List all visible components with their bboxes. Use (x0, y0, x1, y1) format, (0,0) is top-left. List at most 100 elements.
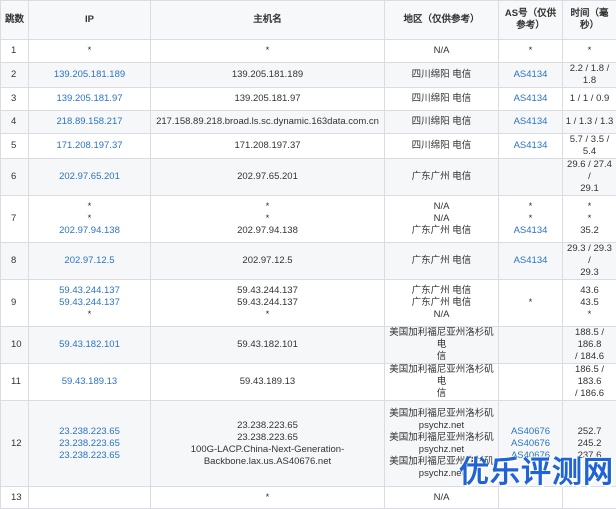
cell-ip: 59.43.244.13759.43.244.137* (29, 280, 151, 327)
cell-as (499, 327, 563, 364)
cell-time-line: 29.1 (565, 183, 614, 195)
cell-as-line-link[interactable]: AS4134 (501, 69, 560, 81)
cell-ip: 171.208.197.37 (29, 134, 151, 159)
cell-ip: **202.97.94.138 (29, 196, 151, 243)
cell-time-line: 29.3 (565, 267, 614, 279)
cell-region-line: N/A (387, 45, 496, 57)
cell-ip-line-link[interactable]: 23.238.223.65 (31, 450, 148, 462)
table-row: 5171.208.197.37171.208.197.37四川绵阳 电信AS41… (1, 134, 616, 159)
cell-hostname-line: 59.43.244.137 (153, 285, 382, 297)
cell-ip: 59.43.182.101 (29, 327, 151, 364)
cell-as: AS4134 (499, 134, 563, 159)
cell-region-line: 广东广州 电信 (387, 285, 496, 297)
cell-time-line: 43.5 (565, 297, 614, 309)
cell-ip-line-link[interactable]: 218.89.158.217 (31, 116, 148, 128)
cell-hostname-line: 23.238.223.65 (153, 432, 382, 444)
cell-ip: 218.89.158.217 (29, 111, 151, 134)
cell-hop: 12 (1, 401, 29, 487)
cell-region-line: 四川绵阳 电信 (387, 69, 496, 81)
cell-as-line-link[interactable]: AS40676 (501, 426, 560, 438)
cell-hop: 6 (1, 159, 29, 196)
cell-ip-line-link[interactable]: 23.238.223.65 (31, 426, 148, 438)
cell-ip-line-link[interactable]: 202.97.94.138 (31, 225, 148, 237)
cell-time: 43.643.5* (563, 280, 616, 327)
cell-hostname: 23.238.223.6523.238.223.65100G-LACP.Chin… (151, 401, 385, 487)
cell-as-line: * (501, 297, 560, 309)
cell-region-line: 广东广州 电信 (387, 255, 496, 267)
cell-time-line: 252.7 (565, 426, 614, 438)
cell-ip: 23.238.223.6523.238.223.6523.238.223.65 (29, 401, 151, 487)
cell-time: 188.5 / 186.8/ 184.6 (563, 327, 616, 364)
cell-hostname-line: 171.208.197.37 (153, 140, 382, 152)
cell-hostname-line: 59.43.189.13 (153, 376, 382, 388)
cell-ip: 139.205.181.189 (29, 63, 151, 88)
cell-hostname: 217.158.89.218.broad.ls.sc.dynamic.163da… (151, 111, 385, 134)
table-row: 1059.43.182.10159.43.182.101美国加利福尼亚州洛杉矶 … (1, 327, 616, 364)
cell-time-line: 29.6 / 27.4 / (565, 159, 614, 183)
cell-region: N/A (385, 40, 499, 63)
cell-ip-line-link[interactable]: 202.97.65.201 (31, 171, 148, 183)
cell-time: 186.5 / 183.6/ 186.6 (563, 364, 616, 401)
cell-region-line: psychz.net (387, 420, 496, 432)
cell-time: * (563, 40, 616, 63)
cell-hostname-line: 139.205.181.189 (153, 69, 382, 81)
cell-ip: * (29, 40, 151, 63)
cell-ip-line-link[interactable]: 23.238.223.65 (31, 438, 148, 450)
cell-region: 广东广州 电信 (385, 243, 499, 280)
cell-ip-line-link[interactable]: 59.43.189.13 (31, 376, 148, 388)
cell-hostname: 139.205.181.97 (151, 88, 385, 111)
cell-ip-line-link[interactable]: 59.43.244.137 (31, 285, 148, 297)
cell-as: AS4134 (499, 63, 563, 88)
cell-time-line: 2.2 / 1.8 / 1.8 (565, 63, 614, 87)
table-row: 2139.205.181.189139.205.181.189四川绵阳 电信AS… (1, 63, 616, 88)
cell-time: 29.6 / 27.4 /29.1 (563, 159, 616, 196)
cell-region: 广东广州 电信广东广州 电信N/A (385, 280, 499, 327)
cell-hop: 13 (1, 487, 29, 509)
cell-region-line: 广东广州 电信 (387, 225, 496, 237)
cell-region-line: 美国加利福尼亚州洛杉矶 (387, 408, 496, 420)
cell-ip-line-link[interactable]: 59.43.182.101 (31, 339, 148, 351)
cell-hostname-line: * (153, 45, 382, 57)
cell-as-line-link[interactable]: AS4134 (501, 255, 560, 267)
cell-hostname-line: 217.158.89.218.broad.ls.sc.dynamic.163da… (153, 116, 382, 128)
cell-as-line-link[interactable]: AS4134 (501, 225, 560, 237)
cell-as: AS4134 (499, 88, 563, 111)
cell-hostname: 139.205.181.189 (151, 63, 385, 88)
cell-region: 美国加利福尼亚州洛杉矶 电信 (385, 364, 499, 401)
cell-as-line-link[interactable]: AS4134 (501, 93, 560, 105)
cell-ip-line-link[interactable]: 139.205.181.97 (31, 93, 148, 105)
cell-region-line: 美国加利福尼亚州洛杉矶 电 (387, 364, 496, 388)
cell-time-line: 29.3 / 29.3 / (565, 243, 614, 267)
cell-ip-line-link[interactable]: 59.43.244.137 (31, 297, 148, 309)
cell-time: 2.2 / 1.8 / 1.8 (563, 63, 616, 88)
cell-hostname-line: 202.97.94.138 (153, 225, 382, 237)
cell-region: 美国加利福尼亚州洛杉矶 电信 (385, 327, 499, 364)
cell-as: AS4134 (499, 243, 563, 280)
cell-as-line-link[interactable]: AS4134 (501, 116, 560, 128)
cell-ip (29, 487, 151, 509)
cell-hostname: 202.97.65.201 (151, 159, 385, 196)
cell-time-line: * (565, 45, 614, 57)
cell-ip-line-link[interactable]: 202.97.12.5 (31, 255, 148, 267)
cell-hop: 2 (1, 63, 29, 88)
column-header-hop: 跳数 (1, 1, 29, 40)
cell-region-line: N/A (387, 213, 496, 225)
cell-as-line-link[interactable]: AS4134 (501, 140, 560, 152)
cell-time-line: 35.2 (565, 225, 614, 237)
cell-ip-line-link[interactable]: 171.208.197.37 (31, 140, 148, 152)
cell-as (499, 364, 563, 401)
cell-ip-line-link[interactable]: 139.205.181.189 (31, 69, 148, 81)
table-row: 959.43.244.13759.43.244.137*59.43.244.13… (1, 280, 616, 327)
traceroute-table: 跳数 IP 主机名 地区（仅供参考） AS号（仅供参考） 时间（毫秒） 1**N… (0, 0, 616, 509)
cell-time-line: * (565, 213, 614, 225)
table-header-row: 跳数 IP 主机名 地区（仅供参考） AS号（仅供参考） 时间（毫秒） (1, 1, 616, 40)
cell-region-line: 信 (387, 351, 496, 363)
cell-as: * (499, 280, 563, 327)
cell-hop: 1 (1, 40, 29, 63)
cell-time-line: 1 / 1.3 / 1.3 (565, 116, 614, 128)
cell-region-line: 四川绵阳 电信 (387, 140, 496, 152)
cell-ip: 202.97.12.5 (29, 243, 151, 280)
cell-hostname-line: Backbone.lax.us.AS40676.net (153, 456, 382, 468)
cell-hostname-line: 202.97.65.201 (153, 171, 382, 183)
cell-time: **35.2 (563, 196, 616, 243)
